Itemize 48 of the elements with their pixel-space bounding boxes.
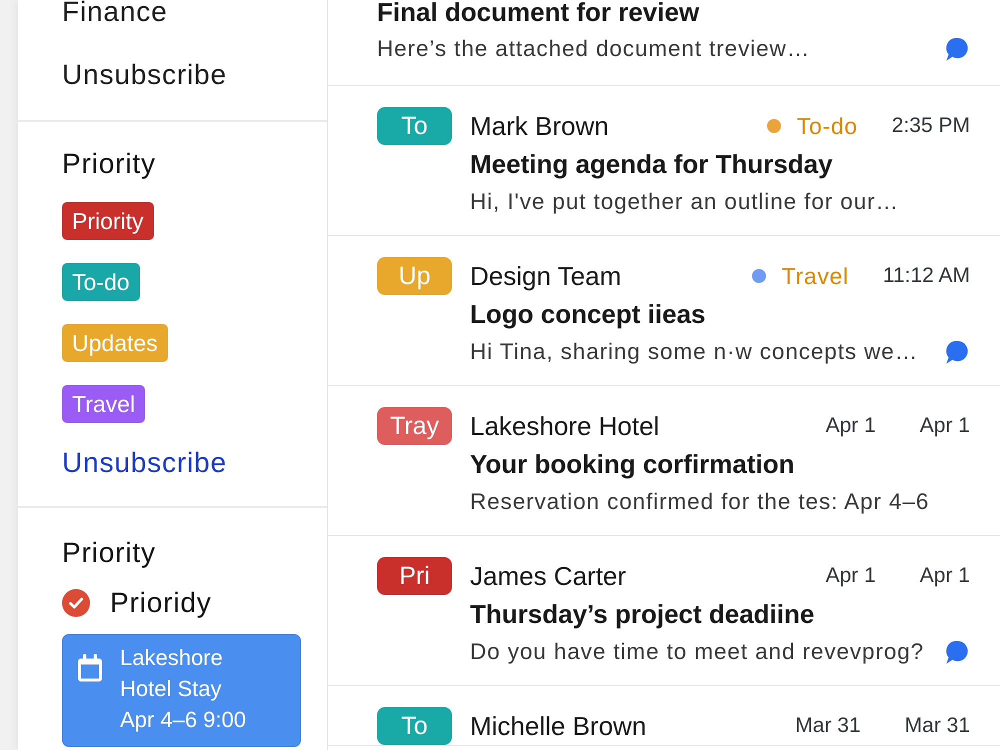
label-name: To-do (796, 112, 858, 141)
email-subject: Thursday’s project deadiine (470, 598, 816, 631)
email-subject: Your booking corfirmation (470, 448, 796, 481)
event-time: Apr 4–6 9:00 (120, 706, 247, 734)
email-preview: Hi, I've put together an outline for our… (470, 188, 899, 216)
email-subject: Meeting agenda for Thursday (470, 148, 834, 181)
email-time: Apr 1 (826, 563, 876, 589)
email-time: Apr 1 (920, 413, 970, 439)
sender-name: Design Team (470, 260, 622, 293)
label-name: Travel (782, 262, 849, 291)
event-title: Lakeshore Hotel Stay (120, 644, 224, 703)
sidebar-folder-item[interactable]: Unsubscribe (62, 56, 227, 94)
email-time: 2:35 PM (892, 113, 970, 139)
label-tag[interactable]: Travel (62, 385, 146, 423)
email-row[interactable]: Up Design Team Travel 11:12 AM Logo concept iieas Hi Tina, sharing some n·w concepts we… (328, 236, 1000, 386)
sender-name: James Carter (470, 560, 628, 593)
email-preview: Reservation confirmed for the tes: Apr 4–6 (470, 488, 930, 516)
label-tag[interactable]: Priority (62, 202, 154, 240)
sidebar-folder-item[interactable]: Finance (62, 0, 168, 31)
email-time: Mar 31 (795, 713, 861, 739)
checked-circle-icon[interactable] (62, 589, 90, 617)
avatar-tag: To (377, 107, 452, 145)
email-row[interactable]: Tray Lakeshore Hotel Apr 1 Apr 1 Your booking corfirmation Reservation confirmed for the tes: Apr 4–6 (328, 386, 1000, 536)
avatar-tag: Up (377, 257, 452, 295)
email-row[interactable]: Final document for review Here’s the attached document treview… (328, 0, 1000, 86)
email-subject: Final document for review (377, 0, 700, 24)
avatar-tag: Tray (377, 407, 452, 445)
email-preview: Hi Tina, sharing some n·w concepts we… (470, 338, 918, 366)
section-heading: Priority (62, 147, 156, 181)
email-preview: Here’s the attached document treview… (377, 35, 810, 64)
email-time: Mar 31 (904, 713, 970, 739)
avatar-tag: To (377, 707, 452, 745)
section-heading: Priority (62, 536, 156, 570)
email-row[interactable]: To Michelle Brown Mar 31 Mar 31 (328, 686, 1000, 746)
email-time: Apr 1 (920, 563, 970, 589)
email-time: 11:12 AM (882, 263, 970, 289)
email-subject: Logo concept iieas (470, 298, 706, 331)
email-preview: Do you have time to meet and revevprog? (470, 638, 924, 666)
unsubscribe-link[interactable]: Unsubscribe (62, 444, 227, 482)
task-title: Prioridy (110, 586, 212, 620)
avatar-tag: Pri (377, 557, 452, 595)
email-time: Apr 1 (826, 413, 876, 439)
sender-name: Lakeshore Hotel (470, 410, 660, 443)
sender-name: Mark Brown (470, 110, 610, 143)
email-row[interactable]: Pri James Carter Apr 1 Apr 1 Thursday’s project deadiine Do you have time to meet and revevprog? (328, 536, 1000, 686)
sender-name: Michelle Brown (470, 710, 648, 743)
email-row[interactable]: To Mark Brown To-do 2:35 PM Meeting agenda for Thursday Hi, I've put together an outline for our… (328, 86, 1000, 236)
calendar-icon (77, 653, 103, 682)
